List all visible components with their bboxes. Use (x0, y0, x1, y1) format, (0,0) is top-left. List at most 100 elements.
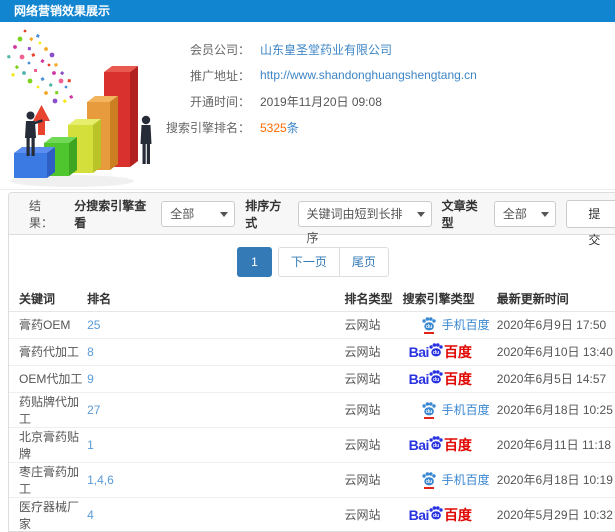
mobile-baidu-logo: du 手机百度 (421, 316, 490, 334)
company-info-section: 会员公司： 山东皇圣堂药业有限公司 推广地址： http://www.shand… (0, 22, 615, 190)
chevron-down-icon (540, 211, 549, 217)
baidu-logo: Bai du 百度 (409, 505, 472, 525)
red-underline (423, 486, 434, 489)
baidu-paw-icon: du (429, 505, 444, 524)
baidu-logo-bai: Bai (408, 370, 430, 387)
results-panel: 结果： 分搜索引擎查看 全部 排序方式 关键词由短到长排序 文章类型 全部 提交… (8, 192, 615, 532)
engine-type-cell: Bai du 百度 (402, 365, 497, 393)
update-time-cell: 2020年5月29日 10:32 (496, 497, 615, 531)
update-time-cell: 2020年6月11日 11:18 (496, 427, 615, 463)
results-title: 结果： (29, 198, 54, 230)
rank-cell[interactable]: 1 (87, 427, 345, 463)
mobile-baidu-logo: du 手机百度 (421, 471, 490, 489)
info-row-open-time: 开通时间： 2019年11月20日 09:08 (158, 88, 477, 114)
svg-text:du: du (433, 513, 439, 519)
col-rank-type: 排名类型 (344, 287, 403, 312)
businessman-right (140, 115, 152, 164)
col-rank: 排名 (87, 287, 345, 312)
results-panel-header: 结果： 分搜索引擎查看 全部 排序方式 关键词由短到长排序 文章类型 全部 提交 (9, 193, 615, 247)
promo-url-link[interactable]: http://www.shandonghuangshengtang.cn (260, 68, 477, 82)
rank-cell[interactable]: 4 (87, 497, 345, 531)
baidu-logo-cn: 百度 (443, 436, 472, 453)
submit-button[interactable]: 提交 (565, 199, 615, 247)
table-row: 北京膏药贴牌 1 云网站 Bai du 百度 2020年6月11日 11:18 (9, 427, 615, 463)
mobile-baidu-label: 手机百度 (441, 403, 490, 417)
keyword-cell: 医疗器械厂家 (9, 497, 88, 531)
rank-cell[interactable]: 1,4,6 (87, 462, 345, 498)
engine-type-cell: du 手机百度 (402, 462, 497, 498)
baidu-paw-icon: du (429, 342, 444, 361)
sort-filter-select[interactable]: 关键词由短到长排序 (297, 200, 432, 245)
chevron-down-icon (220, 211, 229, 217)
baidu-logo-cn: 百度 (443, 343, 472, 360)
rank-cell[interactable]: 9 (87, 365, 345, 393)
rank-cell[interactable]: 27 (87, 392, 345, 428)
col-update-time: 最新更新时间 (496, 287, 615, 312)
open-time-label: 开通时间： (189, 94, 250, 109)
pagination: 1 下一页 尾页 (9, 247, 615, 277)
col-engine-type: 搜索引擎类型 (402, 287, 497, 312)
rank-type-cell: 云网站 (344, 338, 403, 366)
article-type-select[interactable]: 全部 (493, 200, 556, 227)
rank-count-unit: 条 (286, 120, 299, 135)
svg-text:du: du (426, 479, 432, 485)
engine-type-cell: Bai du 百度 (402, 427, 497, 463)
baidu-logo: Bai du 百度 (409, 369, 472, 389)
keyword-cell: 枣庄膏药加工 (9, 462, 88, 498)
next-page-button[interactable]: 下一页 (277, 247, 340, 277)
rank-cell[interactable]: 8 (87, 338, 345, 366)
keyword-cell: 药贴牌代加工 (9, 392, 88, 428)
baidu-logo: Bai du 百度 (409, 342, 472, 362)
red-underline (423, 331, 434, 334)
rank-type-cell: 云网站 (344, 311, 403, 339)
mobile-baidu-paw-icon: du (421, 401, 437, 419)
engine-filter-label: 分搜索引擎查看 (74, 198, 147, 230)
rank-type-cell: 云网站 (344, 497, 403, 531)
svg-text:du: du (433, 350, 439, 356)
info-row-rank-count: 搜索引擎排名： 5325条 (158, 114, 477, 140)
table-row: 医疗器械厂家 4 云网站 Bai du 百度 2020年5月29日 10:32 (9, 497, 615, 531)
rank-count-label: 搜索引擎排名： (165, 120, 250, 135)
rank-type-cell: 云网站 (344, 392, 403, 428)
rank-type-cell: 云网站 (344, 462, 403, 498)
baidu-logo-bai: Bai (408, 436, 430, 453)
mobile-baidu-paw-icon: du (421, 471, 437, 489)
promo-url-label: 推广地址： (189, 68, 250, 83)
mobile-baidu-label: 手机百度 (441, 473, 490, 487)
mobile-baidu-label: 手机百度 (441, 318, 490, 332)
info-row-company: 会员公司： 山东皇圣堂药业有限公司 (158, 36, 477, 62)
article-type-label: 文章类型 (441, 198, 478, 230)
mobile-baidu-paw-icon: du (421, 316, 437, 334)
sort-filter-value: 关键词由短到长排序 (306, 206, 403, 245)
page-title: 网络营销效果展示 (0, 0, 615, 22)
keyword-cell: 北京膏药贴牌 (9, 427, 88, 463)
rank-type-cell: 云网站 (344, 427, 403, 463)
svg-text:du: du (426, 324, 432, 330)
article-type-value: 全部 (502, 206, 527, 221)
baidu-logo-bai: Bai (408, 343, 430, 360)
company-label: 会员公司： (189, 42, 250, 57)
baidu-paw-icon: du (429, 369, 444, 388)
sort-filter-label: 排序方式 (245, 198, 282, 230)
update-time-cell: 2020年6月18日 10:25 (496, 392, 615, 428)
rank-cell[interactable]: 25 (87, 311, 345, 339)
company-info-list: 会员公司： 山东皇圣堂药业有限公司 推广地址： http://www.shand… (158, 36, 477, 140)
page-1-button[interactable]: 1 (237, 247, 272, 277)
rank-count-value: 5325条 (260, 119, 299, 136)
table-header-row: 关键词 排名 排名类型 搜索引擎类型 最新更新时间 (9, 287, 615, 312)
engine-type-cell: Bai du 百度 (402, 497, 497, 531)
update-time-cell: 2020年6月9日 17:50 (496, 311, 615, 339)
table-row: 膏药代加工 8 云网站 Bai du 百度 2020年6月10日 13:40 (9, 338, 615, 366)
engine-filter-value: 全部 (170, 206, 195, 221)
open-time-value: 2019年11月20日 09:08 (260, 94, 382, 109)
rank-type-cell: 云网站 (344, 365, 403, 393)
last-page-button[interactable]: 尾页 (339, 247, 389, 277)
table-row: 枣庄膏药加工 1,4,6 云网站 du 手机百度 2020年6月18日 10:1… (9, 462, 615, 498)
svg-text:du: du (433, 377, 439, 383)
baidu-logo-cn: 百度 (443, 506, 472, 523)
table-row: OEM代加工 9 云网站 Bai du 百度 2020年6月5日 14:57 (9, 365, 615, 393)
company-name-link[interactable]: 山东皇圣堂药业有限公司 (260, 41, 392, 58)
keyword-ranking-table: 关键词 排名 排名类型 搜索引擎类型 最新更新时间 膏药OEM 25 云网站 d… (9, 287, 615, 531)
confetti-dots (7, 29, 74, 104)
engine-filter-select[interactable]: 全部 (161, 200, 236, 227)
